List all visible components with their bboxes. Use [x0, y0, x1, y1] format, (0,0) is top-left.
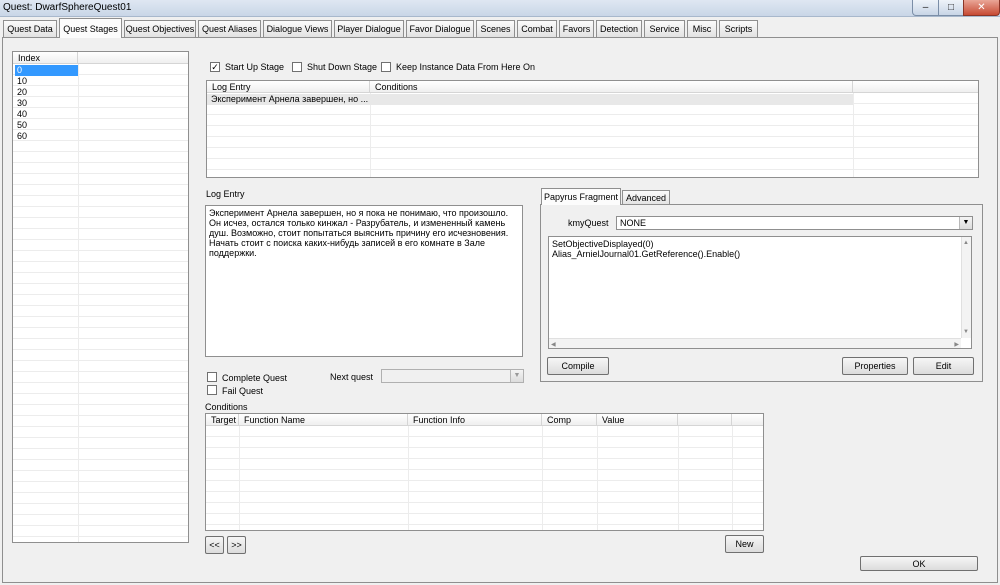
list-item[interactable]: 20 [15, 87, 78, 98]
close-icon: ✕ [977, 2, 986, 13]
window-title: Quest: DwarfSphereQuest01 [3, 2, 132, 13]
ok-button[interactable]: OK [860, 556, 978, 571]
tab-favor-dialogue[interactable]: Favor Dialogue [406, 20, 474, 37]
tab-quest-objectives[interactable]: Quest Objectives [124, 20, 196, 37]
start-up-stage-label: Start Up Stage [225, 62, 285, 72]
log-entry-column-header[interactable]: Log Entry [207, 81, 370, 93]
tab-advanced[interactable]: Advanced [622, 190, 670, 205]
list-item[interactable]: 60 [15, 131, 78, 142]
log-entry-cell: Эксперимент Арнела завершен, но ... [211, 94, 369, 104]
blank-column-header [853, 81, 978, 93]
scroll-left-icon[interactable]: ◀ [551, 340, 556, 348]
compile-button[interactable]: Compile [547, 357, 609, 375]
blank-column-header [678, 414, 732, 426]
tab-detection[interactable]: Detection [596, 20, 642, 37]
blank-column-header [78, 52, 188, 64]
tab-service[interactable]: Service [644, 20, 685, 37]
chevron-down-icon: ▼ [510, 370, 523, 382]
table-row[interactable]: Эксперимент Арнела завершен, но ... [207, 94, 853, 105]
list-item[interactable]: 30 [15, 98, 78, 109]
kmyquest-dropdown[interactable]: NONE ▼ [616, 216, 973, 230]
shut-down-stage-checkbox[interactable] [292, 62, 302, 72]
log-entry-textarea[interactable]: Эксперимент Арнела завершен, но я пока н… [205, 205, 523, 357]
tab-quest-data[interactable]: Quest Data [3, 20, 57, 37]
list-item[interactable]: 50 [15, 120, 78, 131]
script-line: Alias_ArnielJournal01.GetReference().Ena… [552, 249, 741, 259]
papyrus-script-editor[interactable]: SetObjectiveDisplayed(0) Alias_ArnielJou… [548, 236, 972, 349]
next-quest-dropdown[interactable]: ▼ [381, 369, 524, 383]
comp-column-header[interactable]: Comp [542, 414, 597, 426]
fail-quest-label: Fail Quest [222, 386, 264, 396]
kmyquest-label: kmyQuest [568, 218, 609, 228]
properties-button[interactable]: Properties [842, 357, 908, 375]
minimize-button[interactable]: ‒ [912, 0, 939, 16]
scroll-right-icon[interactable]: ▶ [954, 340, 959, 348]
tab-misc[interactable]: Misc [687, 20, 717, 37]
close-button[interactable]: ✕ [963, 0, 1000, 16]
start-up-stage-checkbox[interactable]: ✓ [210, 62, 220, 72]
script-line: SetObjectiveDisplayed(0) [552, 239, 654, 249]
tab-combat[interactable]: Combat [517, 20, 557, 37]
target-column-header[interactable]: Target [206, 414, 239, 426]
conditions-column-header[interactable]: Conditions [370, 81, 853, 93]
scroll-down-icon[interactable]: ▼ [963, 327, 969, 337]
minimize-icon: ‒ [922, 2, 929, 13]
complete-quest-checkbox[interactable] [207, 372, 217, 382]
index-column-header[interactable]: Index [13, 52, 78, 64]
index-items: 0 10 20 30 40 50 60 [15, 65, 78, 142]
keep-instance-data-label: Keep Instance Data From Here On [396, 62, 536, 72]
edit-button[interactable]: Edit [913, 357, 974, 375]
log-entry-label: Log Entry [206, 189, 245, 199]
maximize-icon: □ [947, 2, 955, 13]
keep-instance-data-checkbox[interactable] [381, 62, 391, 72]
complete-quest-label: Complete Quest [222, 373, 288, 383]
function-name-column-header[interactable]: Function Name [239, 414, 408, 426]
tab-player-dialogue[interactable]: Player Dialogue [334, 20, 404, 37]
list-item[interactable]: 0 [15, 65, 78, 76]
value-column-header[interactable]: Value [597, 414, 678, 426]
tab-quest-aliases[interactable]: Quest Aliases [198, 20, 261, 37]
tab-quest-stages[interactable]: Quest Stages [59, 18, 122, 38]
function-info-column-header[interactable]: Function Info [408, 414, 542, 426]
tab-scripts[interactable]: Scripts [719, 20, 758, 37]
tab-scenes[interactable]: Scenes [476, 20, 515, 37]
conditions-label: Conditions [205, 402, 248, 412]
conditions-table[interactable]: Target Function Name Function Info Comp … [205, 413, 764, 531]
tab-favors[interactable]: Favors [559, 20, 594, 37]
new-condition-button[interactable]: New [725, 535, 764, 553]
maximize-button[interactable]: □ [938, 0, 964, 16]
tab-dialogue-views[interactable]: Dialogue Views [263, 20, 332, 37]
fail-quest-checkbox[interactable] [207, 385, 217, 395]
shut-down-stage-label: Shut Down Stage [307, 62, 378, 72]
list-item[interactable]: 10 [15, 76, 78, 87]
title-bar: Quest: DwarfSphereQuest01 ‒ □ ✕ [0, 0, 1000, 17]
log-entry-table[interactable]: Log Entry Conditions Эксперимент Арнела … [206, 80, 979, 178]
previous-stage-button[interactable]: << [205, 536, 224, 554]
vertical-scrollbar[interactable]: ▲ ▼ [961, 237, 971, 338]
scroll-up-icon[interactable]: ▲ [963, 238, 969, 248]
tab-papyrus-fragment[interactable]: Papyrus Fragment [541, 188, 621, 205]
blank-column-header [732, 414, 763, 426]
stage-index-list[interactable]: Index 0 10 20 30 40 50 60 [12, 51, 189, 543]
list-item[interactable]: 40 [15, 109, 78, 120]
horizontal-scrollbar[interactable]: ◀ ▶ [549, 338, 961, 348]
next-quest-label: Next quest [330, 372, 374, 382]
chevron-down-icon: ▼ [959, 217, 972, 229]
next-stage-button[interactable]: >> [227, 536, 246, 554]
